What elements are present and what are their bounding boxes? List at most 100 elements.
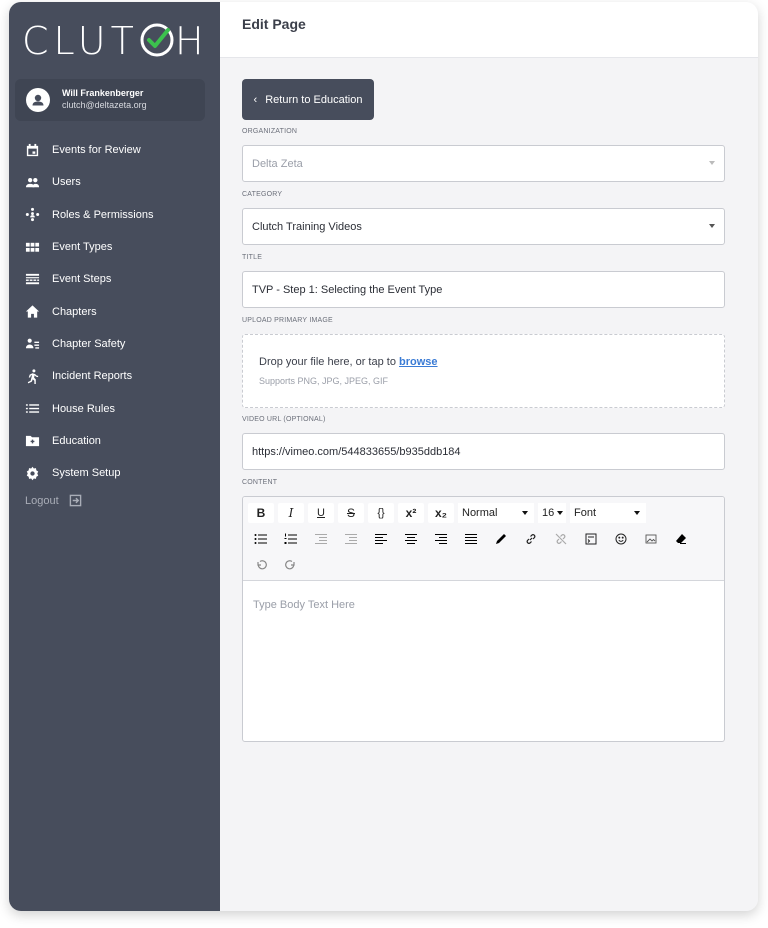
roles-icon [25,208,40,222]
title-value: TVP - Step 1: Selecting the Event Type [252,283,443,296]
clutch-logo-mark: CLUT H [22,19,202,62]
sidebar-item-label: Roles & Permissions [52,208,154,221]
safety-icon [25,339,40,350]
sidebar-item-incident-reports[interactable]: Incident Reports [9,360,220,392]
insert-image-button[interactable] [638,529,664,549]
browse-link[interactable]: browse [399,356,438,368]
strikethrough-button[interactable]: S [338,503,364,523]
home-icon [25,305,40,318]
heading-select[interactable]: Normal [458,503,534,523]
clutch-logo[interactable]: CLUT H [22,18,202,62]
sidebar-item-event-types[interactable]: Event Types [9,231,220,263]
undo-button[interactable] [248,555,274,575]
video-url-input[interactable]: https://vimeo.com/544833655/b935ddb184 [242,433,725,470]
bullet-list-icon [254,534,267,544]
superscript-button[interactable]: x² [398,503,424,523]
numbered-list-button[interactable] [278,529,304,549]
font-size-select[interactable]: 16 [538,503,566,523]
sidebar: CLUT H Will Frankenberger clutch@deltaze… [9,2,220,911]
embed-button[interactable] [578,529,604,549]
sidebar-item-users[interactable]: Users [9,166,220,198]
emoji-button[interactable] [608,529,634,549]
text-color-button[interactable] [488,529,514,549]
insert-link-button[interactable] [518,529,544,549]
steps-icon [25,273,40,285]
sidebar-item-label: Chapter Safety [52,337,126,350]
outdent-icon [315,534,327,544]
sidebar-item-chapters[interactable]: Chapters [9,295,220,327]
align-center-icon [405,534,417,544]
sidebar-item-label: Chapters [52,305,97,318]
category-value: Clutch Training Videos [252,220,362,233]
chevron-left-icon: ‹ [253,93,258,106]
font-family-select[interactable]: Font [570,503,646,523]
underline-button[interactable]: U [308,503,334,523]
align-right-button[interactable] [428,529,454,549]
user-email: clutch@deltazeta.org [62,100,147,110]
align-center-button[interactable] [398,529,424,549]
heading-select-value: Normal [462,507,498,519]
align-left-button[interactable] [368,529,394,549]
list-icon [25,404,40,413]
indent-button[interactable] [338,529,364,549]
font-size-value: 16 [542,507,555,519]
bullet-list-button[interactable] [248,529,274,549]
sidebar-item-house-rules[interactable]: House Rules [9,392,220,424]
dropzone-supported-formats: Supports PNG, JPG, JPEG, GIF [259,376,389,386]
editor-body-placeholder[interactable]: Type Body Text Here [253,599,355,611]
unlink-icon [555,533,567,545]
page-title: Edit Page [242,16,306,32]
dropdown-caret-icon [709,224,715,228]
user-card[interactable]: Will Frankenberger clutch@deltazeta.org [15,79,205,121]
sidebar-item-label: Event Steps [52,273,112,286]
category-select[interactable]: Clutch Training Videos [242,208,725,245]
sidebar-item-roles-permissions[interactable]: Roles & Permissions [9,199,220,231]
organization-select[interactable]: Delta Zeta [242,145,725,182]
redo-button[interactable] [278,555,304,575]
organization-label: ORGANIZATION [242,128,298,135]
svg-text:CLUT: CLUT [22,19,139,62]
gear-icon [26,466,39,480]
logout-link[interactable]: Logout [25,494,82,507]
running-icon [27,369,39,384]
emoji-icon [615,533,627,545]
sidebar-item-chapter-safety[interactable]: Chapter Safety [9,328,220,360]
return-button[interactable]: ‹ Return to Education [242,79,374,120]
avatar-icon [26,88,50,112]
main-content: Edit Page ‹ Return to Education ORGANIZA… [220,2,758,911]
title-input[interactable]: TVP - Step 1: Selecting the Event Type [242,271,725,308]
video-url-label: VIDEO URL (OPTIONAL) [242,416,326,423]
indent-icon [345,534,357,544]
unlink-button[interactable] [548,529,574,549]
align-right-icon [435,534,447,544]
rich-text-editor: B I U S {} x² x₂ Normal 16 Font Type Bod… [242,496,725,742]
embed-icon [585,533,597,545]
dropzone-prompt: Drop your file here, or tap to browse [259,356,438,368]
sidebar-item-education[interactable]: Education [9,425,220,457]
bold-button[interactable]: B [248,503,274,523]
code-button[interactable]: {} [368,503,394,523]
return-button-label: Return to Education [265,93,363,106]
dropdown-caret-icon [634,511,640,515]
sidebar-item-event-steps[interactable]: Event Steps [9,263,220,295]
sidebar-item-events-for-review[interactable]: Events for Review [9,134,220,166]
font-family-value: Font [574,507,597,519]
image-dropzone[interactable]: Drop your file here, or tap to browse Su… [242,334,725,408]
subscript-button[interactable]: x₂ [428,503,454,523]
category-label: CATEGORY [242,191,283,198]
link-icon [526,534,536,544]
align-justify-button[interactable] [458,529,484,549]
outdent-button[interactable] [308,529,334,549]
sidebar-item-label: Users [52,176,81,189]
sidebar-item-label: Incident Reports [52,370,133,383]
italic-button[interactable]: I [278,503,304,523]
clear-formatting-button[interactable] [668,529,694,549]
users-icon [25,177,40,188]
sidebar-item-label: Education [52,434,101,447]
user-name: Will Frankenberger [62,88,144,98]
redo-icon [285,560,295,570]
sidebar-item-system-setup[interactable]: System Setup [9,457,220,489]
content-label: CONTENT [242,479,278,486]
align-left-icon [375,534,387,544]
sidebar-item-label: House Rules [52,402,115,415]
